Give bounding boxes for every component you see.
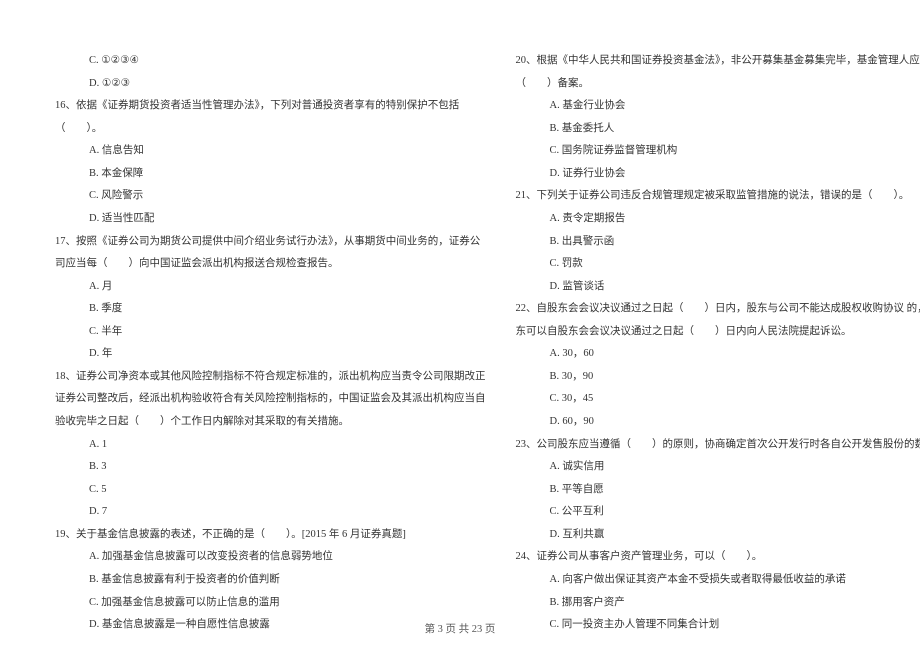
q16-stem-1: 16、依据《证券期货投资者适当性管理办法》，下列对普通投资者享有的特别保护不包括 xyxy=(55,95,486,118)
q17-stem-2: 司应当每（ ）向中国证监会派出机构报送合规检查报告。 xyxy=(55,253,486,276)
q21-option-a: A. 责令定期报告 xyxy=(516,208,920,231)
q23-stem-1: 23、公司股东应当遵循（ ）的原则，协商确定首次公开发行时各自公开发售股份的数量… xyxy=(516,434,920,457)
q16-option-d: D. 适当性匹配 xyxy=(55,208,486,231)
q18-stem-3: 验收完毕之日起（ ）个工作日内解除对其采取的有关措施。 xyxy=(55,411,486,434)
q19-option-a: A. 加强基金信息披露可以改变投资者的信息弱势地位 xyxy=(55,546,486,569)
q18-stem-2: 证券公司整改后，经派出机构验收符合有关风险控制指标的，中国证监会及其派出机构应当… xyxy=(55,388,486,411)
q22-option-b: B. 30，90 xyxy=(516,366,920,389)
q24-stem-1: 24、证券公司从事客户资产管理业务，可以（ ）。 xyxy=(516,546,920,569)
q23-option-c: C. 公平互利 xyxy=(516,501,920,524)
q22-option-a: A. 30，60 xyxy=(516,343,920,366)
q21-stem-1: 21、下列关于证券公司违反合规管理规定被采取监管措施的说法，错误的是（ ）。 xyxy=(516,185,920,208)
q19-option-b: B. 基金信息披露有利于投资者的价值判断 xyxy=(55,569,486,592)
q20-option-d: D. 证券行业协会 xyxy=(516,163,920,186)
q19-option-c: C. 加强基金信息披露可以防止信息的滥用 xyxy=(55,592,486,615)
q21-option-b: B. 出具警示函 xyxy=(516,231,920,254)
q20-option-b: B. 基金委托人 xyxy=(516,118,920,141)
q18-option-d: D. 7 xyxy=(55,501,486,524)
q16-option-c: C. 风险警示 xyxy=(55,185,486,208)
q23-option-a: A. 诚实信用 xyxy=(516,456,920,479)
q16-option-a: A. 信息告知 xyxy=(55,140,486,163)
q22-option-c: C. 30，45 xyxy=(516,388,920,411)
q20-option-c: C. 国务院证券监督管理机构 xyxy=(516,140,920,163)
q24-option-b: B. 挪用客户资产 xyxy=(516,592,920,615)
q20-option-a: A. 基金行业协会 xyxy=(516,95,920,118)
right-column: 20、根据《中华人民共和国证券投资基金法》，非公开募集基金募集完毕，基金管理人应… xyxy=(516,50,920,610)
q17-option-d: D. 年 xyxy=(55,343,486,366)
q21-option-d: D. 监管谈话 xyxy=(516,276,920,299)
q20-stem-2: （ ）备案。 xyxy=(516,73,920,96)
q22-stem-1: 22、自股东会会议决议通过之日起（ ）日内，股东与公司不能达成股权收购协议 的，… xyxy=(516,298,920,321)
q22-option-d: D. 60，90 xyxy=(516,411,920,434)
option-d: D. ①②③ xyxy=(55,73,486,96)
q22-stem-2: 东可以自股东会会议决议通过之日起（ ）日内向人民法院提起诉讼。 xyxy=(516,321,920,344)
q23-option-b: B. 平等自愿 xyxy=(516,479,920,502)
q16-option-b: B. 本金保障 xyxy=(55,163,486,186)
q17-option-b: B. 季度 xyxy=(55,298,486,321)
q19-stem-1: 19、关于基金信息披露的表述，不正确的是（ ）。[2015 年 6 月证券真题] xyxy=(55,524,486,547)
q20-stem-1: 20、根据《中华人民共和国证券投资基金法》，非公开募集基金募集完毕，基金管理人应… xyxy=(516,50,920,73)
q18-option-b: B. 3 xyxy=(55,456,486,479)
option-c: C. ①②③④ xyxy=(55,50,486,73)
left-column: C. ①②③④ D. ①②③ 16、依据《证券期货投资者适当性管理办法》，下列对… xyxy=(55,50,486,610)
q24-option-a: A. 向客户做出保证其资产本金不受损失或者取得最低收益的承诺 xyxy=(516,569,920,592)
q21-option-c: C. 罚款 xyxy=(516,253,920,276)
q23-option-d: D. 互利共赢 xyxy=(516,524,920,547)
q16-stem-2: （ ）。 xyxy=(55,118,486,141)
q17-stem-1: 17、按照《证券公司为期货公司提供中间介绍业务试行办法》，从事期货中间业务的，证… xyxy=(55,231,486,254)
q18-option-c: C. 5 xyxy=(55,479,486,502)
q17-option-a: A. 月 xyxy=(55,276,486,299)
page-content: C. ①②③④ D. ①②③ 16、依据《证券期货投资者适当性管理办法》，下列对… xyxy=(55,50,865,610)
q18-option-a: A. 1 xyxy=(55,434,486,457)
q17-option-c: C. 半年 xyxy=(55,321,486,344)
page-footer: 第 3 页 共 23 页 xyxy=(0,621,920,636)
q18-stem-1: 18、证券公司净资本或其他风险控制指标不符合规定标准的，派出机构应当责令公司限期… xyxy=(55,366,486,389)
